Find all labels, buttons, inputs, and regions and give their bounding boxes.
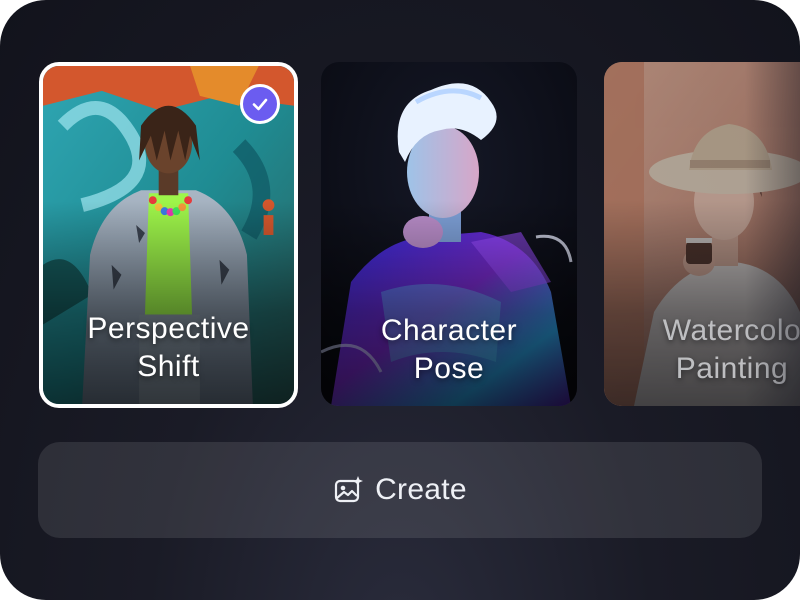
style-card-watercolor-painting[interactable]: Watercolo Painting (604, 62, 800, 406)
watercolor-painting-label-line2: Painting (675, 352, 789, 385)
watercolor-painting-label-line1: Watercolo (662, 314, 800, 347)
character-pose-label-line1: Character (380, 314, 518, 347)
selected-check-badge (240, 84, 280, 124)
perspective-shift-label: Perspective Shift (43, 310, 294, 386)
watercolor-painting-label: Watercolo Painting (604, 312, 800, 388)
create-button[interactable]: Create (38, 442, 762, 538)
character-pose-label-line2: Pose (413, 352, 485, 385)
check-icon (252, 98, 268, 111)
perspective-shift-label-line2: Shift (137, 350, 200, 383)
perspective-shift-label-line1: Perspective (87, 312, 250, 345)
create-button-label: Create (375, 473, 467, 506)
image-sparkle-icon (333, 474, 365, 506)
watercolor-painting-label-shade (604, 199, 800, 406)
character-pose-label: Character Pose (321, 312, 577, 388)
style-card-character-pose[interactable]: Character Pose (321, 62, 577, 406)
style-card-perspective-shift[interactable]: Perspective Shift (39, 62, 298, 408)
watercolor-painting-thumbnail (604, 62, 800, 406)
style-card-carousel: Perspective Shift Character Pose Waterco… (0, 0, 800, 420)
style-picker-panel: Perspective Shift Character Pose Waterco… (0, 0, 800, 600)
